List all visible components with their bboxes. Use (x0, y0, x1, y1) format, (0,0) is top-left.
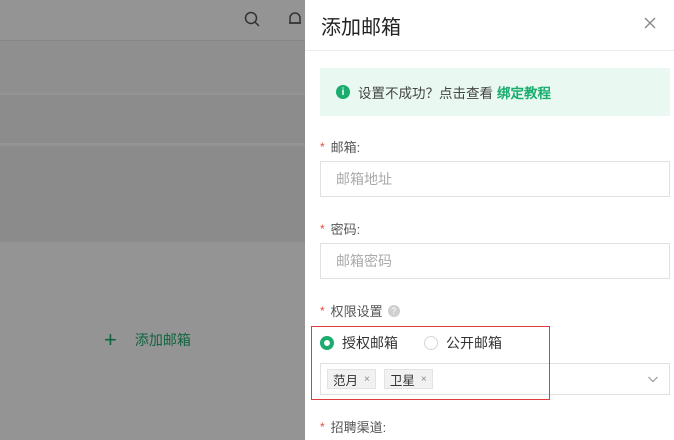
tag-label: 卫星 (389, 373, 415, 388)
radio-public-mailbox[interactable]: 公开邮箱 (424, 333, 502, 353)
chevron-down-icon[interactable] (647, 373, 659, 385)
selected-user-tag: 卫星 × (383, 369, 433, 389)
add-mailbox-drawer: 添加邮箱 i 设置不成功？点击查看 绑定教程 * 邮箱: * 密码: * 权限设… (305, 0, 674, 440)
permission-radio-group: 授权邮箱 公开邮箱 (320, 333, 528, 353)
required-asterisk: * (320, 221, 325, 236)
channel-label-text: 招聘渠道: (330, 420, 387, 435)
email-input[interactable] (320, 161, 670, 197)
required-asterisk: * (320, 419, 325, 434)
info-icon: i (336, 85, 350, 99)
permission-label-text: 权限设置 (330, 304, 383, 319)
radio-authorized-mailbox[interactable]: 授权邮箱 (320, 333, 398, 353)
remove-tag-icon[interactable]: × (421, 374, 427, 385)
password-input[interactable] (320, 243, 670, 279)
radio-label: 公开邮箱 (446, 335, 502, 351)
required-asterisk: * (320, 303, 325, 318)
password-label-text: 密码: (330, 222, 361, 237)
selected-user-tag: 范月 × (327, 369, 376, 389)
radio-label: 授权邮箱 (342, 335, 398, 351)
email-label: * 邮箱: (320, 137, 360, 156)
permission-label: * 权限设置 ? (320, 301, 400, 320)
radio-dot[interactable] (424, 336, 438, 350)
radio-dot[interactable] (320, 336, 334, 350)
password-label: * 密码: (320, 219, 360, 238)
setup-help-alert: i 设置不成功？点击查看 绑定教程 (320, 68, 670, 116)
drawer-title: 添加邮箱 (321, 17, 401, 39)
remove-tag-icon[interactable]: × (364, 374, 370, 385)
close-icon[interactable] (642, 15, 658, 31)
required-asterisk: * (320, 139, 325, 154)
channel-label: * 招聘渠道: (320, 417, 386, 436)
authorized-users-select[interactable]: 范月 × 卫星 × (320, 363, 670, 395)
header-divider (305, 50, 674, 51)
binding-tutorial-link[interactable]: 绑定教程 (497, 82, 551, 102)
tag-label: 范月 (333, 373, 359, 388)
alert-text: 设置不成功？点击查看 (358, 86, 493, 101)
question-icon[interactable]: ? (387, 304, 400, 317)
email-label-text: 邮箱: (330, 140, 361, 155)
